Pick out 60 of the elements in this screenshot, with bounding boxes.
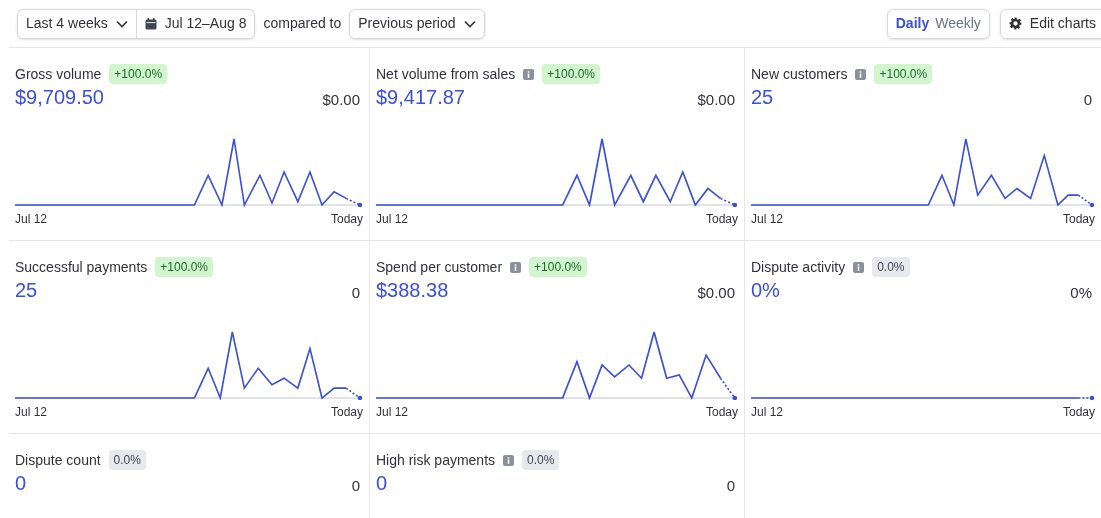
change-badge: +100.0%	[109, 64, 168, 84]
interval-tab[interactable]: Daily	[895, 13, 930, 34]
card-title: Successful payments	[15, 257, 148, 277]
date-range-button[interactable]: Jul 12–Aug 8	[136, 9, 255, 38]
metric-value: 25	[751, 85, 774, 110]
metric-value: $9,417.87	[376, 85, 465, 110]
card-title: New customers	[751, 64, 848, 84]
change-badge: 0.0%	[872, 257, 910, 277]
metric-value: $9,709.50	[15, 85, 104, 110]
calendar-icon	[144, 17, 157, 30]
metric-value: 25	[15, 278, 38, 303]
axis-end-label: Today	[1062, 211, 1095, 228]
axis-start-label: Jul 12	[376, 211, 409, 228]
card-title: Net volume from sales	[376, 64, 516, 84]
change-badge: +100.0%	[542, 64, 600, 84]
change-badge: 0.0%	[108, 450, 146, 470]
previous-value: 0	[351, 283, 360, 303]
axis-end-label: Today	[330, 404, 363, 421]
info-icon[interactable]	[523, 68, 535, 80]
axis-start-label: Jul 12	[751, 404, 784, 421]
range-dropdown[interactable]: Last 4 weeks	[18, 9, 137, 38]
card-title: Dispute count	[15, 450, 101, 470]
chevron-down-icon	[463, 19, 476, 28]
axis-start-label: Jul 12	[751, 211, 784, 228]
change-badge: +100.0%	[155, 257, 213, 277]
axis-start-label: Jul 12	[15, 404, 48, 421]
axis-end-label: Today	[705, 404, 738, 421]
info-icon[interactable]	[503, 454, 515, 466]
metric-value: 0%	[751, 278, 780, 303]
previous-value: 0	[1083, 90, 1092, 110]
axis-start-label: Jul 12	[376, 404, 409, 421]
axis-start-label: Jul 12	[15, 211, 48, 228]
metric-value: $388.38	[376, 278, 449, 303]
metric-value: 0	[376, 471, 388, 496]
axis-end-label: Today	[330, 211, 363, 228]
settings-icon	[1008, 17, 1022, 30]
change-badge: +100.0%	[874, 64, 933, 84]
change-badge: +100.0%	[529, 257, 587, 277]
info-icon[interactable]	[510, 261, 522, 273]
card-title: Gross volume	[15, 64, 102, 84]
edit-charts-button[interactable]: Edit charts	[999, 8, 1101, 39]
card-title: High risk payments	[376, 450, 496, 470]
chevron-down-icon	[115, 19, 128, 28]
axis-end-label: Today	[1062, 404, 1095, 421]
compared-to-label: compared to	[263, 14, 342, 33]
info-icon[interactable]	[855, 68, 867, 80]
card-title: Dispute activity	[751, 257, 846, 277]
previous-value: 0%	[1070, 283, 1092, 303]
card-title: Spend per customer	[376, 257, 503, 277]
change-badge: 0.0%	[522, 450, 560, 470]
previous-value: $0.00	[322, 90, 360, 110]
info-icon[interactable]	[853, 261, 865, 273]
previous-value: $0.00	[697, 90, 735, 110]
metric-value: 0	[15, 471, 27, 496]
previous-value: 0	[351, 476, 360, 496]
interval-tab[interactable]: Weekly	[935, 13, 981, 34]
comparison-dropdown[interactable]: Previous period	[349, 8, 485, 39]
previous-value: 0	[726, 476, 735, 496]
previous-value: $0.00	[697, 283, 735, 303]
axis-end-label: Today	[705, 211, 738, 228]
